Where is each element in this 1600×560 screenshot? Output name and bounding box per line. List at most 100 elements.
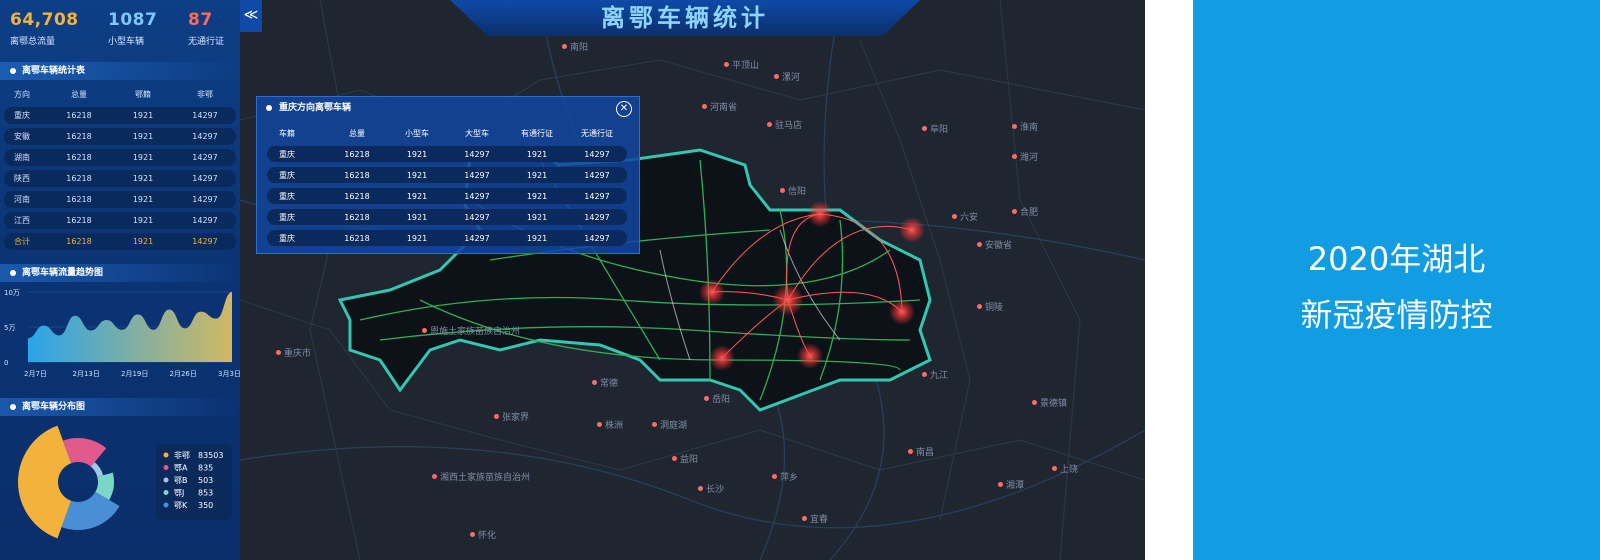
city-dot — [724, 62, 729, 67]
header-cell: 总量 — [71, 90, 87, 99]
city-label: 长沙 — [706, 485, 725, 495]
city-dot — [998, 482, 1003, 487]
table-cell: 14297 — [192, 237, 218, 246]
caption-line-2: 新冠疫情防控 — [1300, 296, 1493, 334]
city-dot — [562, 44, 567, 49]
stat-no-permit: 87 无通行证 — [188, 10, 224, 47]
legend-swatch — [163, 452, 169, 458]
city-dot — [652, 422, 657, 427]
city-dot — [908, 449, 913, 454]
table-row[interactable]: 河南 16218 1921 14297 — [4, 191, 236, 208]
table-row[interactable]: 重庆 16218 1921 14297 1921 14297 — [267, 209, 627, 225]
city-dot — [1012, 154, 1017, 159]
table-cell: 16218 — [66, 195, 92, 204]
legend-value: 503 — [198, 476, 213, 485]
table-row[interactable]: 重庆 16218 1921 14297 1921 14297 — [267, 167, 627, 183]
city-label: 南阳 — [570, 43, 589, 53]
table-row[interactable]: 陕西 16218 1921 14297 — [4, 170, 236, 187]
stat-value: 87 — [188, 10, 213, 30]
city-dot — [1052, 466, 1057, 471]
table-cell: 1921 — [526, 149, 548, 159]
legend-value: 835 — [198, 464, 213, 473]
donut-slice — [61, 492, 120, 530]
city-label: 重庆市 — [284, 349, 312, 359]
city-label: 河南省 — [710, 103, 738, 113]
close-icon[interactable]: ✕ — [616, 101, 632, 117]
header-cell: 有通行证 — [521, 128, 553, 138]
city-label: 六安 — [960, 213, 979, 223]
table-cell: 16218 — [66, 216, 92, 225]
hubei-map[interactable]: 合肥 安徽省 河南省 南昌 长沙 张家界 重庆市 驻马店 阜阳 六安 铜陵 九江 洞庭湖 宜春 恩施土家族苗… — [240, 0, 1145, 560]
table-cell: 16218 — [344, 212, 370, 222]
city-dot — [494, 414, 499, 419]
table-cell: 重庆 — [279, 233, 295, 243]
table-cell: 1921 — [526, 191, 548, 201]
table-row[interactable]: 江西 16218 1921 14297 — [4, 212, 236, 229]
stat-small-vehicles: 1087 小型车辆 — [108, 10, 157, 47]
table-cell: 16218 — [66, 132, 92, 141]
table-row[interactable]: 湖南 16218 1921 14297 — [4, 149, 236, 166]
city-label: 信阳 — [788, 187, 807, 197]
popup-title: 重庆方向离鄂车辆 — [257, 97, 639, 119]
city-dot — [704, 396, 709, 401]
hotspot — [899, 217, 925, 243]
table-cell: 1921 — [132, 237, 154, 246]
city-label: 漯河 — [782, 73, 801, 83]
city-label: 湘潭 — [1006, 481, 1025, 491]
table-cell: 江西 — [14, 216, 30, 225]
city-dot — [276, 350, 281, 355]
table-cell: 14297 — [192, 153, 218, 162]
screen: 64,708 离鄂总流量 1087 小型车辆 87 无通行证 离鄂车辆统计表 方… — [0, 0, 1600, 560]
stat-label: 无通行证 — [188, 37, 225, 47]
caption-panel: 2020年湖北 新冠疫情防控 — [1193, 0, 1600, 560]
table-cell: 湖南 — [14, 153, 30, 162]
table-row[interactable]: 安徽 16218 1921 14297 — [4, 128, 236, 145]
y-tick-label: 0 — [4, 359, 8, 367]
popup-table: 车籍 总量 小型车 大型车 有通行证 无通行证 重庆 16218 1921 14297… — [267, 125, 627, 246]
city-dot — [702, 104, 707, 109]
table-cell: 14297 — [464, 149, 490, 159]
table-cell: 1921 — [526, 170, 548, 180]
table-row[interactable]: 重庆 16218 1921 14297 1921 14297 — [267, 188, 627, 204]
legend-swatch — [163, 465, 169, 470]
city-label: 株洲 — [605, 421, 624, 431]
table-cell: 14297 — [464, 212, 490, 222]
table-cell: 16218 — [66, 237, 92, 246]
city-label: 萍乡 — [780, 473, 799, 483]
trend-area-chart: 10万 5万 0 2月7日 2月13日 2月19日 2月26日 3月3日 — [4, 289, 240, 378]
collapse-panel-button[interactable]: ≪ — [240, 0, 262, 32]
table-row[interactable]: 重庆 16218 1921 14297 1921 14297 — [267, 230, 627, 246]
city-dot — [592, 380, 597, 385]
table-cell: 陕西 — [14, 174, 30, 183]
city-dot — [672, 456, 677, 461]
table-cell: 1921 — [406, 170, 428, 180]
city-dot — [952, 214, 957, 219]
city-label: 淮南 — [1020, 123, 1039, 133]
table-cell: 1921 — [406, 191, 428, 201]
x-tick-label: 2月7日 — [24, 370, 47, 378]
table-cell: 14297 — [584, 149, 610, 159]
city-label: 阜阳 — [930, 125, 949, 135]
table-cell: 1921 — [132, 216, 154, 225]
legend-swatch — [163, 477, 169, 483]
table-header: 方向 总量 鄂籍 非鄂 — [4, 86, 236, 103]
table-row[interactable]: 重庆 16218 1921 14297 — [4, 107, 236, 124]
table-row[interactable]: 重庆 16218 1921 14297 1921 14297 — [267, 146, 627, 162]
stat-value: 1087 — [108, 10, 158, 30]
city-label: 铜陵 — [985, 303, 1004, 313]
table-cell: 14297 — [192, 111, 218, 120]
table-cell: 14297 — [464, 170, 490, 180]
table-cell: 重庆 — [279, 170, 295, 180]
city-label: 洞庭湖 — [660, 421, 688, 431]
map-title: 离鄂车辆统计 — [450, 0, 920, 36]
city-dot — [922, 126, 927, 131]
trend-title: 离鄂车辆流量趋势图 — [0, 264, 240, 282]
table-row[interactable]: 合计 16218 1921 14297 — [4, 233, 236, 250]
table-cell: 14297 — [192, 132, 218, 141]
table-cell: 14297 — [192, 174, 218, 183]
table-cell: 14297 — [192, 195, 218, 204]
legend-label: 鄂B — [174, 476, 188, 485]
header-cell: 车籍 — [279, 128, 295, 138]
table-cell: 16218 — [66, 174, 92, 183]
hotspot — [709, 345, 735, 371]
